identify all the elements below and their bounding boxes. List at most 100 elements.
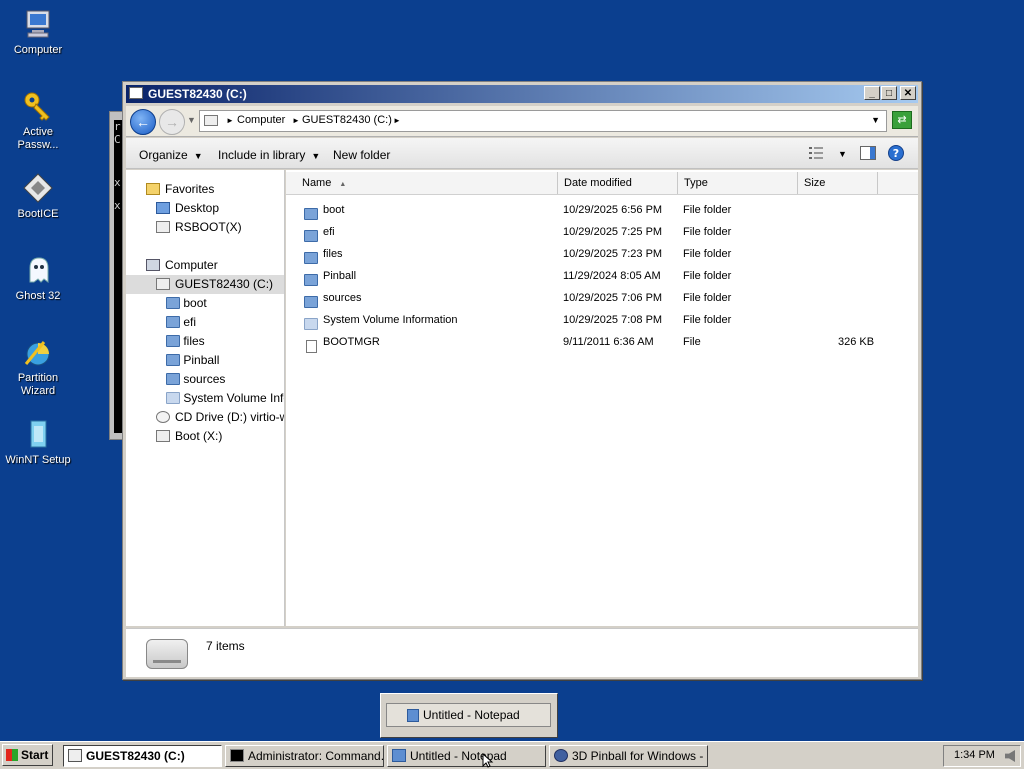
address-segment-drive[interactable]: GUEST82430 (C:) [302, 114, 392, 126]
file-date: 10/29/2025 6:56 PM [563, 204, 663, 216]
tree-label: Computer [165, 258, 218, 272]
clock[interactable]: 1:34 PM [954, 749, 995, 761]
desktop-icon-label: Computer [13, 44, 63, 56]
tree-label: sources [183, 372, 226, 386]
include-in-library-label: Include in library [218, 148, 306, 162]
taskbar-label: Administrator: Command... [248, 749, 384, 763]
column-header-size[interactable]: Size [798, 172, 878, 194]
notepad-icon [407, 709, 419, 722]
file-row-sources[interactable]: sources 10/29/2025 7:06 PM File folder [286, 288, 918, 310]
tree-label: Favorites [165, 182, 215, 196]
computer-icon [26, 10, 50, 38]
tree-item-sources[interactable]: sources [166, 372, 225, 386]
navigation-pane[interactable]: Favorites Desktop RSBOOT(X) Computer GUE… [126, 170, 285, 626]
mouse-cursor-icon [482, 753, 494, 768]
tree-item-boot[interactable]: boot [166, 296, 207, 310]
taskbar-label: 3D Pinball for Windows - ... [572, 749, 708, 763]
windows-flag-icon [6, 749, 18, 761]
preview-pane-icon[interactable] [860, 146, 876, 160]
back-button[interactable]: ← [130, 109, 156, 135]
tree-item-rsboot[interactable]: RSBOOT(X) [156, 220, 242, 234]
address-dropdown-icon[interactable]: ▼ [871, 115, 880, 125]
tree-item-desktop[interactable]: Desktop [156, 201, 219, 215]
tree-item-files[interactable]: files [166, 334, 205, 348]
file-list[interactable]: Name ▲ Date modified Type Size boot 10/29… [286, 170, 918, 626]
tree-label: Pinball [183, 353, 220, 367]
file-date: 10/29/2025 7:08 PM [563, 314, 663, 326]
taskbar-label: GUEST82430 (C:) [86, 749, 185, 763]
winnt-setup-icon [30, 420, 47, 448]
column-header-name[interactable]: Name ▲ [286, 172, 558, 194]
forward-button[interactable]: → [159, 109, 185, 135]
tree-label: Desktop [175, 201, 220, 215]
change-view-icon[interactable] [808, 146, 824, 160]
file-type: File folder [683, 204, 732, 216]
close-button[interactable]: ✕ [900, 86, 916, 100]
file-row-efi[interactable]: efi 10/29/2025 7:25 PM File folder [286, 222, 918, 244]
explorer-window[interactable]: GUEST82430 (C:) _ □ ✕ ← → ▼ ► Computer ►… [122, 81, 922, 680]
desktop-icon-bootice[interactable]: BootICE [0, 172, 76, 221]
drive-icon [156, 430, 170, 442]
pinball-icon [554, 749, 568, 762]
desktop-icon-ghost[interactable]: Ghost 32 [0, 254, 76, 303]
tree-item-cd-drive[interactable]: CD Drive (D:) virtio-win [156, 410, 284, 424]
file-row-pinball[interactable]: Pinball 11/29/2024 8:05 AM File folder [286, 266, 918, 288]
file-row-system-volume-information[interactable]: System Volume Information 10/29/2025 7:0… [286, 310, 918, 332]
file-date: 10/29/2025 7:06 PM [563, 292, 663, 304]
desktop-icon-label-line2: Passw... [17, 139, 59, 151]
desktop-icon-active-password[interactable]: Active Passw... [0, 90, 76, 152]
favorites-star-icon [146, 183, 160, 195]
drive-icon [156, 221, 170, 233]
refresh-icon[interactable]: ⇄ [892, 111, 912, 129]
address-separator-icon[interactable]: ► [226, 116, 234, 125]
notepad-icon [392, 749, 406, 762]
tree-item-boot-x[interactable]: Boot (X:) [156, 429, 222, 443]
desktop-icon-partition-wizard[interactable]: Partition Wizard [0, 336, 76, 398]
title-bar[interactable]: GUEST82430 (C:) _ □ ✕ [126, 85, 918, 103]
new-folder-button[interactable]: New folder [333, 148, 390, 162]
address-bar[interactable]: ► Computer ► GUEST82430 (C:) ► ▼ [199, 110, 887, 132]
organize-button[interactable]: Organize ▼ [139, 148, 203, 162]
help-icon[interactable]: ? [888, 145, 904, 161]
system-tray: 1:34 PM [943, 745, 1021, 767]
speaker-icon[interactable] [1005, 750, 1015, 762]
tree-item-drive-c[interactable]: GUEST82430 (C:) [126, 275, 284, 294]
folder-icon [166, 373, 180, 385]
tree-item-efi[interactable]: efi [166, 315, 196, 329]
taskbar-button-explorer[interactable]: GUEST82430 (C:) [63, 745, 222, 767]
popup-item-notepad[interactable]: Untitled - Notepad [386, 703, 551, 727]
column-header-type[interactable]: Type [678, 172, 798, 194]
file-row-bootmgr[interactable]: BOOTMGR 9/11/2011 6:36 AM File 326 KB [286, 332, 918, 354]
tree-label: CD Drive (D:) virtio-win [175, 410, 284, 424]
desktop-icon-label: Ghost 32 [15, 290, 61, 302]
desktop-icon-label: BootICE [17, 208, 59, 220]
view-options-chevron-icon[interactable]: ▼ [838, 149, 847, 159]
address-segment-computer[interactable]: Computer [237, 114, 285, 126]
folder-icon [166, 392, 180, 404]
tree-item-system-volume-information[interactable]: System Volume Information [166, 391, 284, 405]
file-date: 9/11/2011 6:36 AM [563, 336, 654, 348]
desktop-icon-computer[interactable]: Computer [0, 8, 76, 57]
minimize-button[interactable]: _ [864, 86, 880, 100]
column-header-date-modified[interactable]: Date modified [558, 172, 678, 194]
taskbar-button-notepad[interactable]: Untitled - Notepad [387, 745, 546, 767]
taskbar-button-pinball[interactable]: 3D Pinball for Windows - ... [549, 745, 708, 767]
desktop-icon-winnt-setup[interactable]: WinNT Setup [0, 418, 76, 467]
file-row-boot[interactable]: boot 10/29/2025 6:56 PM File folder [286, 200, 918, 222]
tree-item-computer[interactable]: Computer [146, 258, 218, 272]
svg-text:?: ? [893, 147, 899, 160]
file-row-files[interactable]: files 10/29/2025 7:23 PM File folder [286, 244, 918, 266]
maximize-button[interactable]: □ [881, 86, 897, 100]
address-separator-icon[interactable]: ► [292, 116, 300, 125]
tree-item-favorites[interactable]: Favorites [146, 182, 214, 196]
folder-icon [166, 335, 180, 347]
include-in-library-button[interactable]: Include in library ▼ [218, 148, 320, 162]
tree-item-pinball[interactable]: Pinball [166, 353, 219, 367]
command-prompt-icon [230, 749, 244, 762]
address-separator-icon[interactable]: ► [393, 116, 401, 125]
ghost-icon [29, 257, 49, 283]
taskbar-button-command-prompt[interactable]: Administrator: Command... [225, 745, 384, 767]
start-button[interactable]: Start [2, 744, 53, 766]
popup-label: Untitled - Notepad [423, 708, 520, 722]
recent-pages-chevron-icon[interactable]: ▼ [187, 115, 196, 125]
